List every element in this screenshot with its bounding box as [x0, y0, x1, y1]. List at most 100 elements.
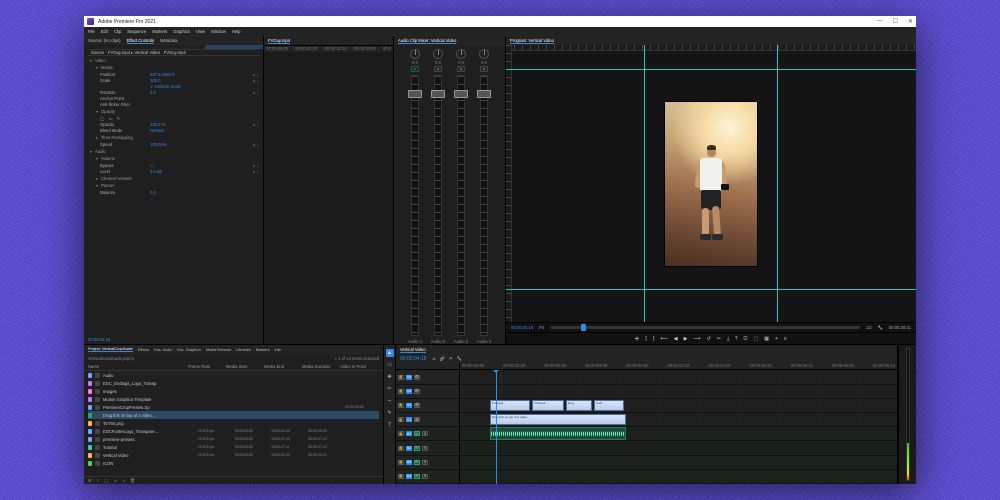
- project-item[interactable]: Vertical Video 23.976 fps 00:00:00:00 00…: [88, 451, 379, 459]
- track-target-toggle[interactable]: A3: [406, 460, 412, 465]
- tool-3[interactable]: ✂: [386, 385, 394, 393]
- video-clip[interactable]: FVGuy2…: [490, 400, 530, 411]
- track-mute-toggle[interactable]: M: [414, 446, 420, 451]
- project-tab-3[interactable]: Ess. Graphics: [177, 348, 201, 352]
- keyframe-icon[interactable]: [253, 143, 259, 147]
- tool-6[interactable]: T: [386, 421, 394, 429]
- maximize-button[interactable]: ☐: [893, 18, 898, 25]
- guide-v-right[interactable]: [777, 45, 778, 322]
- mixer-title[interactable]: Audio Clip Mixer: Vertical Video: [398, 38, 456, 44]
- program-tab[interactable]: Program: Vertical Video: [510, 38, 554, 44]
- track-target-toggle[interactable]: V1: [406, 417, 412, 422]
- keyframe-icon[interactable]: [253, 170, 259, 174]
- motion-uniform-checkbox[interactable]: ✔ Uniform Scale: [150, 84, 181, 89]
- video-clip[interactable]: Drag this on top of a video…: [490, 414, 626, 425]
- track-solo-toggle[interactable]: S: [422, 431, 428, 436]
- close-button[interactable]: ✕: [908, 18, 913, 25]
- keyframe-icon[interactable]: [253, 73, 259, 77]
- track-eye-icon[interactable]: 👁: [414, 389, 420, 394]
- settings-wrench-icon[interactable]: 🔧: [878, 325, 883, 331]
- marker-add-icon[interactable]: ⚑: [449, 356, 453, 362]
- track-header-A4[interactable]: 🔒 A4 M S: [396, 470, 459, 484]
- transport-button-12[interactable]: ⬚: [753, 336, 758, 342]
- transport-button-11[interactable]: ⎚: [743, 336, 747, 342]
- tab-source[interactable]: Source: (no clips): [88, 38, 121, 43]
- transport-button-4[interactable]: ◀: [674, 336, 678, 342]
- project-footer-button-5[interactable]: 🗑: [130, 478, 135, 484]
- tool-2[interactable]: ✥: [386, 373, 394, 381]
- transport-button-3[interactable]: ⟵: [661, 336, 668, 342]
- project-item[interactable]: EDCFooterLogo_Transpare… 23.976 fps 00:0…: [88, 427, 379, 435]
- track-eye-icon[interactable]: 👁: [414, 417, 420, 422]
- track-mute-toggle[interactable]: M: [414, 460, 420, 465]
- transport-button-5[interactable]: ▶: [684, 336, 688, 342]
- track-eye-icon[interactable]: 👁: [414, 403, 420, 408]
- track-target-toggle[interactable]: A2: [406, 446, 412, 451]
- lane-A3[interactable]: [460, 456, 897, 470]
- source-monitor-canvas[interactable]: [264, 52, 393, 344]
- project-item[interactable]: Images: [88, 387, 379, 395]
- menu-markers[interactable]: Markers: [152, 29, 167, 34]
- tool-5[interactable]: ✎: [386, 409, 394, 417]
- opacity-value[interactable]: 100.0 %: [150, 122, 165, 127]
- transport-button-7[interactable]: ↺: [707, 336, 711, 342]
- pan-knob[interactable]: [433, 49, 443, 59]
- project-item[interactable]: Tutorial 23.976 fps 00:00:00:00 00:00:27…: [88, 443, 379, 451]
- track-lock-icon[interactable]: 🔒: [398, 389, 404, 394]
- solo-button[interactable]: S: [434, 66, 442, 72]
- program-fit-dropdown[interactable]: Fit: [539, 325, 544, 330]
- bypass-checkbox[interactable]: ☐: [150, 163, 154, 168]
- project-filter-icon[interactable]: ⌕: [335, 356, 337, 361]
- volume-fader[interactable]: [480, 75, 488, 336]
- lane-V3[interactable]: [460, 385, 897, 399]
- track-header-V4[interactable]: 🔒 V4 👁: [396, 370, 459, 384]
- project-item[interactable]: TinTint.png: [88, 419, 379, 427]
- solo-button[interactable]: S: [411, 66, 419, 72]
- track-target-toggle[interactable]: V2: [406, 403, 412, 408]
- menu-graphics[interactable]: Graphics: [173, 29, 190, 34]
- project-footer-button-4[interactable]: ⌕: [123, 478, 125, 483]
- track-header-A1[interactable]: 🔒 A1 M S: [396, 427, 459, 441]
- source-clip-tab[interactable]: FVGuy.mp4: [268, 38, 290, 44]
- program-quality-dropdown[interactable]: 1/2: [866, 325, 872, 330]
- mask-pen-icon[interactable]: ✎: [117, 116, 121, 121]
- volume-fader[interactable]: [434, 75, 442, 336]
- keyframe-icon[interactable]: [253, 91, 259, 95]
- level-value[interactable]: 0.0 dB: [150, 169, 162, 174]
- section-audio[interactable]: Audio: [90, 149, 259, 154]
- tool-1[interactable]: ▭: [386, 361, 394, 369]
- source-time-ruler[interactable]: 00:00:00:00 00:00:02:00 00:00:12:00 00:0…: [264, 45, 393, 52]
- program-seek-slider[interactable]: [550, 326, 860, 329]
- track-solo-toggle[interactable]: S: [422, 446, 428, 451]
- mask-ellipse-icon[interactable]: ◯: [100, 116, 105, 121]
- project-footer-button-1[interactable]: ≡: [97, 478, 99, 483]
- track-header-V1[interactable]: 🔒 V1 👁: [396, 413, 459, 427]
- menu-edit[interactable]: Edit: [101, 29, 108, 34]
- effect-timeline-strip[interactable]: [205, 45, 263, 49]
- menu-sequence[interactable]: Sequence: [127, 29, 146, 34]
- project-item[interactable]: Motion Graphics Template: [88, 395, 379, 403]
- project-tab-2[interactable]: Ess. Audio: [154, 348, 172, 352]
- track-eye-icon[interactable]: 👁: [414, 375, 420, 380]
- fx-panner[interactable]: Panner: [96, 183, 259, 188]
- program-stage[interactable]: [506, 45, 916, 322]
- keyframe-icon[interactable]: [253, 123, 259, 127]
- lane-A1[interactable]: [460, 427, 897, 441]
- tab-effect-controls[interactable]: Effect Controls: [127, 38, 154, 44]
- keyframe-icon[interactable]: [253, 79, 259, 83]
- linked-selection-icon[interactable]: 🔗: [440, 356, 445, 362]
- sequence-tab[interactable]: Vertical Video: [400, 347, 426, 353]
- tool-4[interactable]: ⌁: [386, 397, 394, 405]
- video-clip[interactable]: Golf…: [594, 400, 624, 411]
- track-target-toggle[interactable]: A1: [406, 431, 412, 436]
- project-tab-6[interactable]: Markers: [256, 348, 270, 352]
- project-item[interactable]: EDC_Endtags_Logo_Transp: [88, 379, 379, 387]
- track-mute-toggle[interactable]: M: [414, 431, 420, 436]
- effect-controls-timecode[interactable]: 00:00:04:18: [88, 337, 110, 342]
- track-lock-icon[interactable]: 🔒: [398, 403, 404, 408]
- track-lock-icon[interactable]: 🔒: [398, 446, 404, 451]
- project-item[interactable]: Audio: [88, 371, 379, 379]
- solo-button[interactable]: S: [480, 66, 488, 72]
- lane-A2[interactable]: [460, 441, 897, 455]
- track-solo-toggle[interactable]: S: [422, 474, 428, 479]
